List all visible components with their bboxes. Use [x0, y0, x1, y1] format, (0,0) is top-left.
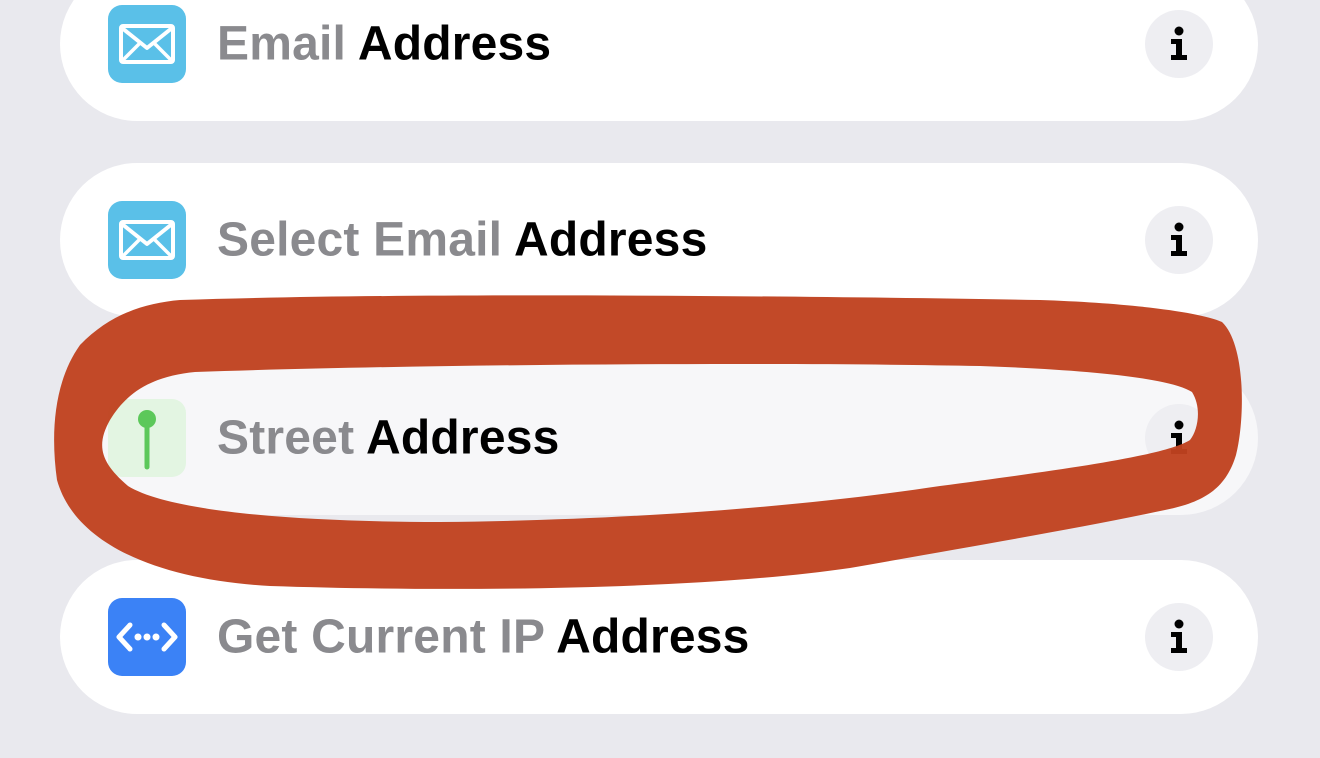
action-label: Email Address — [217, 17, 551, 72]
action-row-select-email-address[interactable]: Select Email Address — [60, 163, 1258, 317]
mail-icon — [108, 5, 186, 83]
action-label: Street Address — [217, 411, 560, 466]
info-icon — [1171, 222, 1187, 256]
action-qualifier: Street — [217, 411, 355, 465]
info-button[interactable] — [1145, 603, 1213, 671]
action-noun: Address — [357, 17, 552, 71]
action-label: Select Email Address — [217, 213, 707, 268]
map-pin-icon — [108, 399, 186, 477]
info-button[interactable] — [1145, 206, 1213, 274]
action-noun: Address — [514, 213, 708, 267]
info-icon — [1171, 26, 1187, 60]
network-icon — [108, 598, 186, 676]
action-row-get-current-ip-address[interactable]: Get Current IP Address — [60, 560, 1258, 714]
action-qualifier: Get Current IP — [217, 610, 545, 664]
action-row-email-address[interactable]: Email Address — [60, 0, 1258, 121]
info-button[interactable] — [1145, 10, 1213, 78]
action-label: Get Current IP Address — [217, 610, 750, 665]
action-qualifier: Email — [217, 17, 347, 71]
action-noun: Address — [366, 411, 560, 465]
mail-icon — [108, 201, 186, 279]
action-noun: Address — [556, 610, 750, 664]
info-icon — [1171, 619, 1187, 653]
info-button[interactable] — [1145, 404, 1213, 472]
action-qualifier: Select Email — [217, 213, 503, 267]
action-row-street-address[interactable]: Street Address — [60, 361, 1258, 515]
info-icon — [1171, 420, 1187, 454]
